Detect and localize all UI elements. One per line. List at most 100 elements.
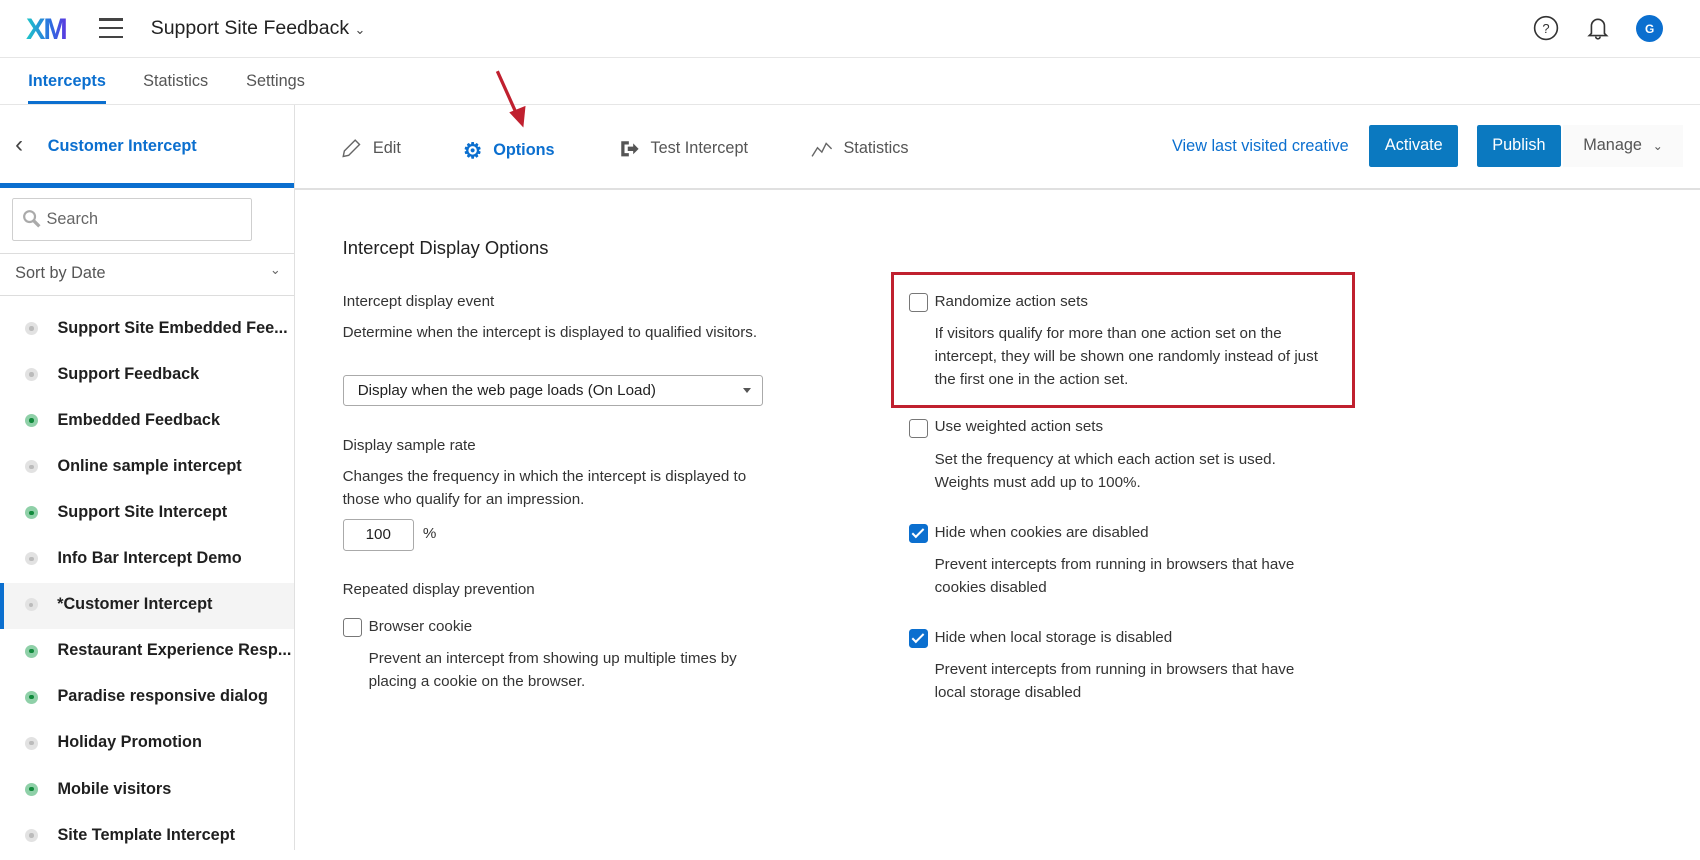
sidebar-item[interactable]: Site Template Intercept <box>0 814 294 860</box>
options-button[interactable]: ⚙ Options <box>463 138 555 164</box>
intercept-list: Support Site Embedded Fee... Support Feed… <box>0 307 294 860</box>
manage-dropdown[interactable]: Manage ⌄ <box>1563 124 1683 167</box>
pencil-icon <box>342 138 361 158</box>
help-icon[interactable]: ? <box>1533 15 1559 41</box>
status-dot-icon <box>24 736 38 750</box>
weighted-checkbox[interactable] <box>908 418 928 438</box>
sidebar-item[interactable]: Embedded Feedback <box>0 399 294 445</box>
project-selector[interactable]: Support Site Feedback ⌄ <box>151 17 366 40</box>
sidebar-title[interactable]: Customer Intercept <box>48 137 197 156</box>
nav-tabs: Intercepts Statistics Settings <box>0 59 1700 106</box>
edit-label: Edit <box>372 139 401 157</box>
status-dot-icon <box>24 644 38 658</box>
sidebar-item[interactable]: Support Site Intercept <box>0 491 294 537</box>
sidebar-item[interactable]: *Customer Intercept <box>0 583 294 630</box>
sidebar-item-label: Restaurant Experience Resp... <box>57 641 292 660</box>
options-label: Options <box>493 141 555 160</box>
activate-button[interactable]: Activate <box>1369 124 1459 167</box>
status-dot-icon <box>24 782 38 796</box>
search-icon <box>22 210 41 228</box>
event-desc: Determine when the intercept is displaye… <box>342 324 758 341</box>
hide-storage-checkbox[interactable] <box>908 628 928 649</box>
back-chevron-icon[interactable]: ‹ <box>15 131 23 159</box>
project-title: Support Site Feedback <box>150 17 350 40</box>
publish-button[interactable]: Publish <box>1476 124 1562 167</box>
status-dot-icon <box>24 414 38 428</box>
randomize-desc: If visitors qualify for more than one ac… <box>934 325 1318 388</box>
hamburger-menu-icon[interactable] <box>98 18 123 44</box>
status-dot-icon <box>24 368 38 382</box>
chevron-down-icon: ⌄ <box>354 22 366 38</box>
tab-settings[interactable]: Settings <box>246 72 305 91</box>
section-title: Intercept Display Options <box>343 237 549 259</box>
hide-cookies-label: Hide when cookies are disabled <box>934 523 1149 541</box>
sample-rate-input[interactable]: 100 <box>342 519 414 551</box>
bell-icon[interactable] <box>1585 15 1611 41</box>
section-title-text: Intercept Display Options <box>342 237 549 259</box>
exit-icon <box>621 140 639 157</box>
status-dot-icon <box>24 828 38 842</box>
xm-logo[interactable]: XM <box>26 14 68 47</box>
tab-statistics[interactable]: Statistics <box>143 72 208 91</box>
rate-unit: % <box>422 524 437 542</box>
status-dot-icon <box>24 506 38 520</box>
hide-cookies-checkbox[interactable] <box>908 523 928 543</box>
sidebar-item[interactable]: Holiday Promotion <box>0 722 294 768</box>
sidebar-item-label: Online sample intercept <box>57 456 242 475</box>
sidebar-item[interactable]: Info Bar Intercept Demo <box>0 537 294 583</box>
chevron-down-icon: ⌄ <box>269 262 281 278</box>
sidebar-item[interactable]: Online sample intercept <box>0 445 294 491</box>
status-dot-icon <box>24 460 38 474</box>
sidebar-item-label: Paradise responsive dialog <box>57 687 268 706</box>
tab-intercepts[interactable]: Intercepts <box>28 72 106 104</box>
gear-icon: ⚙ <box>462 137 483 163</box>
top-bar: XM Support Site Feedback ⌄ ? G <box>0 0 1700 59</box>
rate-desc: Changes the frequency in which the inter… <box>342 468 747 508</box>
display-event-select[interactable]: Display when the web page loads (On Load… <box>342 375 764 407</box>
sidebar-item[interactable]: Mobile visitors <box>0 768 294 814</box>
randomize-checkbox[interactable] <box>908 292 928 313</box>
view-last-visited-creative-link[interactable]: View last visited creative <box>1172 137 1349 156</box>
statistics-button[interactable]: Statistics <box>811 138 909 160</box>
manage-label: Manage <box>1583 136 1642 155</box>
browser-cookie-label: Browser cookie <box>368 617 473 635</box>
weighted-label: Use weighted action sets <box>934 418 1104 436</box>
rate-label: Display sample rate <box>342 436 476 454</box>
svg-text:?: ? <box>1542 21 1549 36</box>
test-intercept-label: Test Intercept <box>650 139 749 157</box>
browser-cookie-checkbox[interactable] <box>342 617 362 638</box>
test-intercept-button[interactable]: Test Intercept <box>618 138 748 160</box>
sidebar-item[interactable]: Restaurant Experience Resp... <box>0 629 294 675</box>
sidebar-item-label: Support Site Embedded Fee... <box>57 318 288 337</box>
sidebar-item-label: Support Feedback <box>57 364 200 383</box>
sort-label: Sort by Date <box>15 264 106 283</box>
statistics-label: Statistics <box>843 139 909 157</box>
sidebar-item-label: Support Site Intercept <box>57 503 228 522</box>
status-dot-icon <box>24 598 38 612</box>
search-placeholder: Search <box>46 210 99 229</box>
edit-button[interactable]: Edit <box>340 138 401 160</box>
sidebar-item[interactable]: Paradise responsive dialog <box>0 675 294 721</box>
search-input[interactable]: Search <box>11 198 253 241</box>
status-dot-icon <box>24 690 38 704</box>
repeat-label: Repeated display prevention <box>342 580 535 598</box>
sidebar: ‹ Customer Intercept Search Sort by Date… <box>0 105 295 850</box>
line-chart-icon <box>811 141 833 157</box>
red-arrow-annotation <box>493 69 530 135</box>
hide-storage-desc: Prevent intercepts from running in brows… <box>934 661 1295 701</box>
sidebar-item-label: Embedded Feedback <box>57 410 221 429</box>
weighted-desc: Set the frequency at which each action s… <box>934 450 1276 491</box>
event-label: Intercept display event <box>342 292 495 310</box>
avatar[interactable]: G <box>1636 15 1664 43</box>
chevron-down-icon: ⌄ <box>1652 138 1663 153</box>
hide-storage-label: Hide when local storage is disabled <box>934 628 1173 646</box>
sort-dropdown[interactable]: Sort by Date ⌄ <box>0 252 294 296</box>
randomize-label: Randomize action sets <box>934 292 1088 310</box>
sidebar-item-label: *Customer Intercept <box>57 595 213 614</box>
sidebar-item-label: Mobile visitors <box>57 779 172 798</box>
status-dot-icon <box>24 552 38 566</box>
sidebar-item[interactable]: Support Feedback <box>0 353 294 399</box>
sidebar-item-label: Site Template Intercept <box>57 825 236 844</box>
sidebar-item[interactable]: Support Site Embedded Fee... <box>0 307 294 353</box>
browser-cookie-desc: Prevent an intercept from showing up mul… <box>368 650 737 691</box>
